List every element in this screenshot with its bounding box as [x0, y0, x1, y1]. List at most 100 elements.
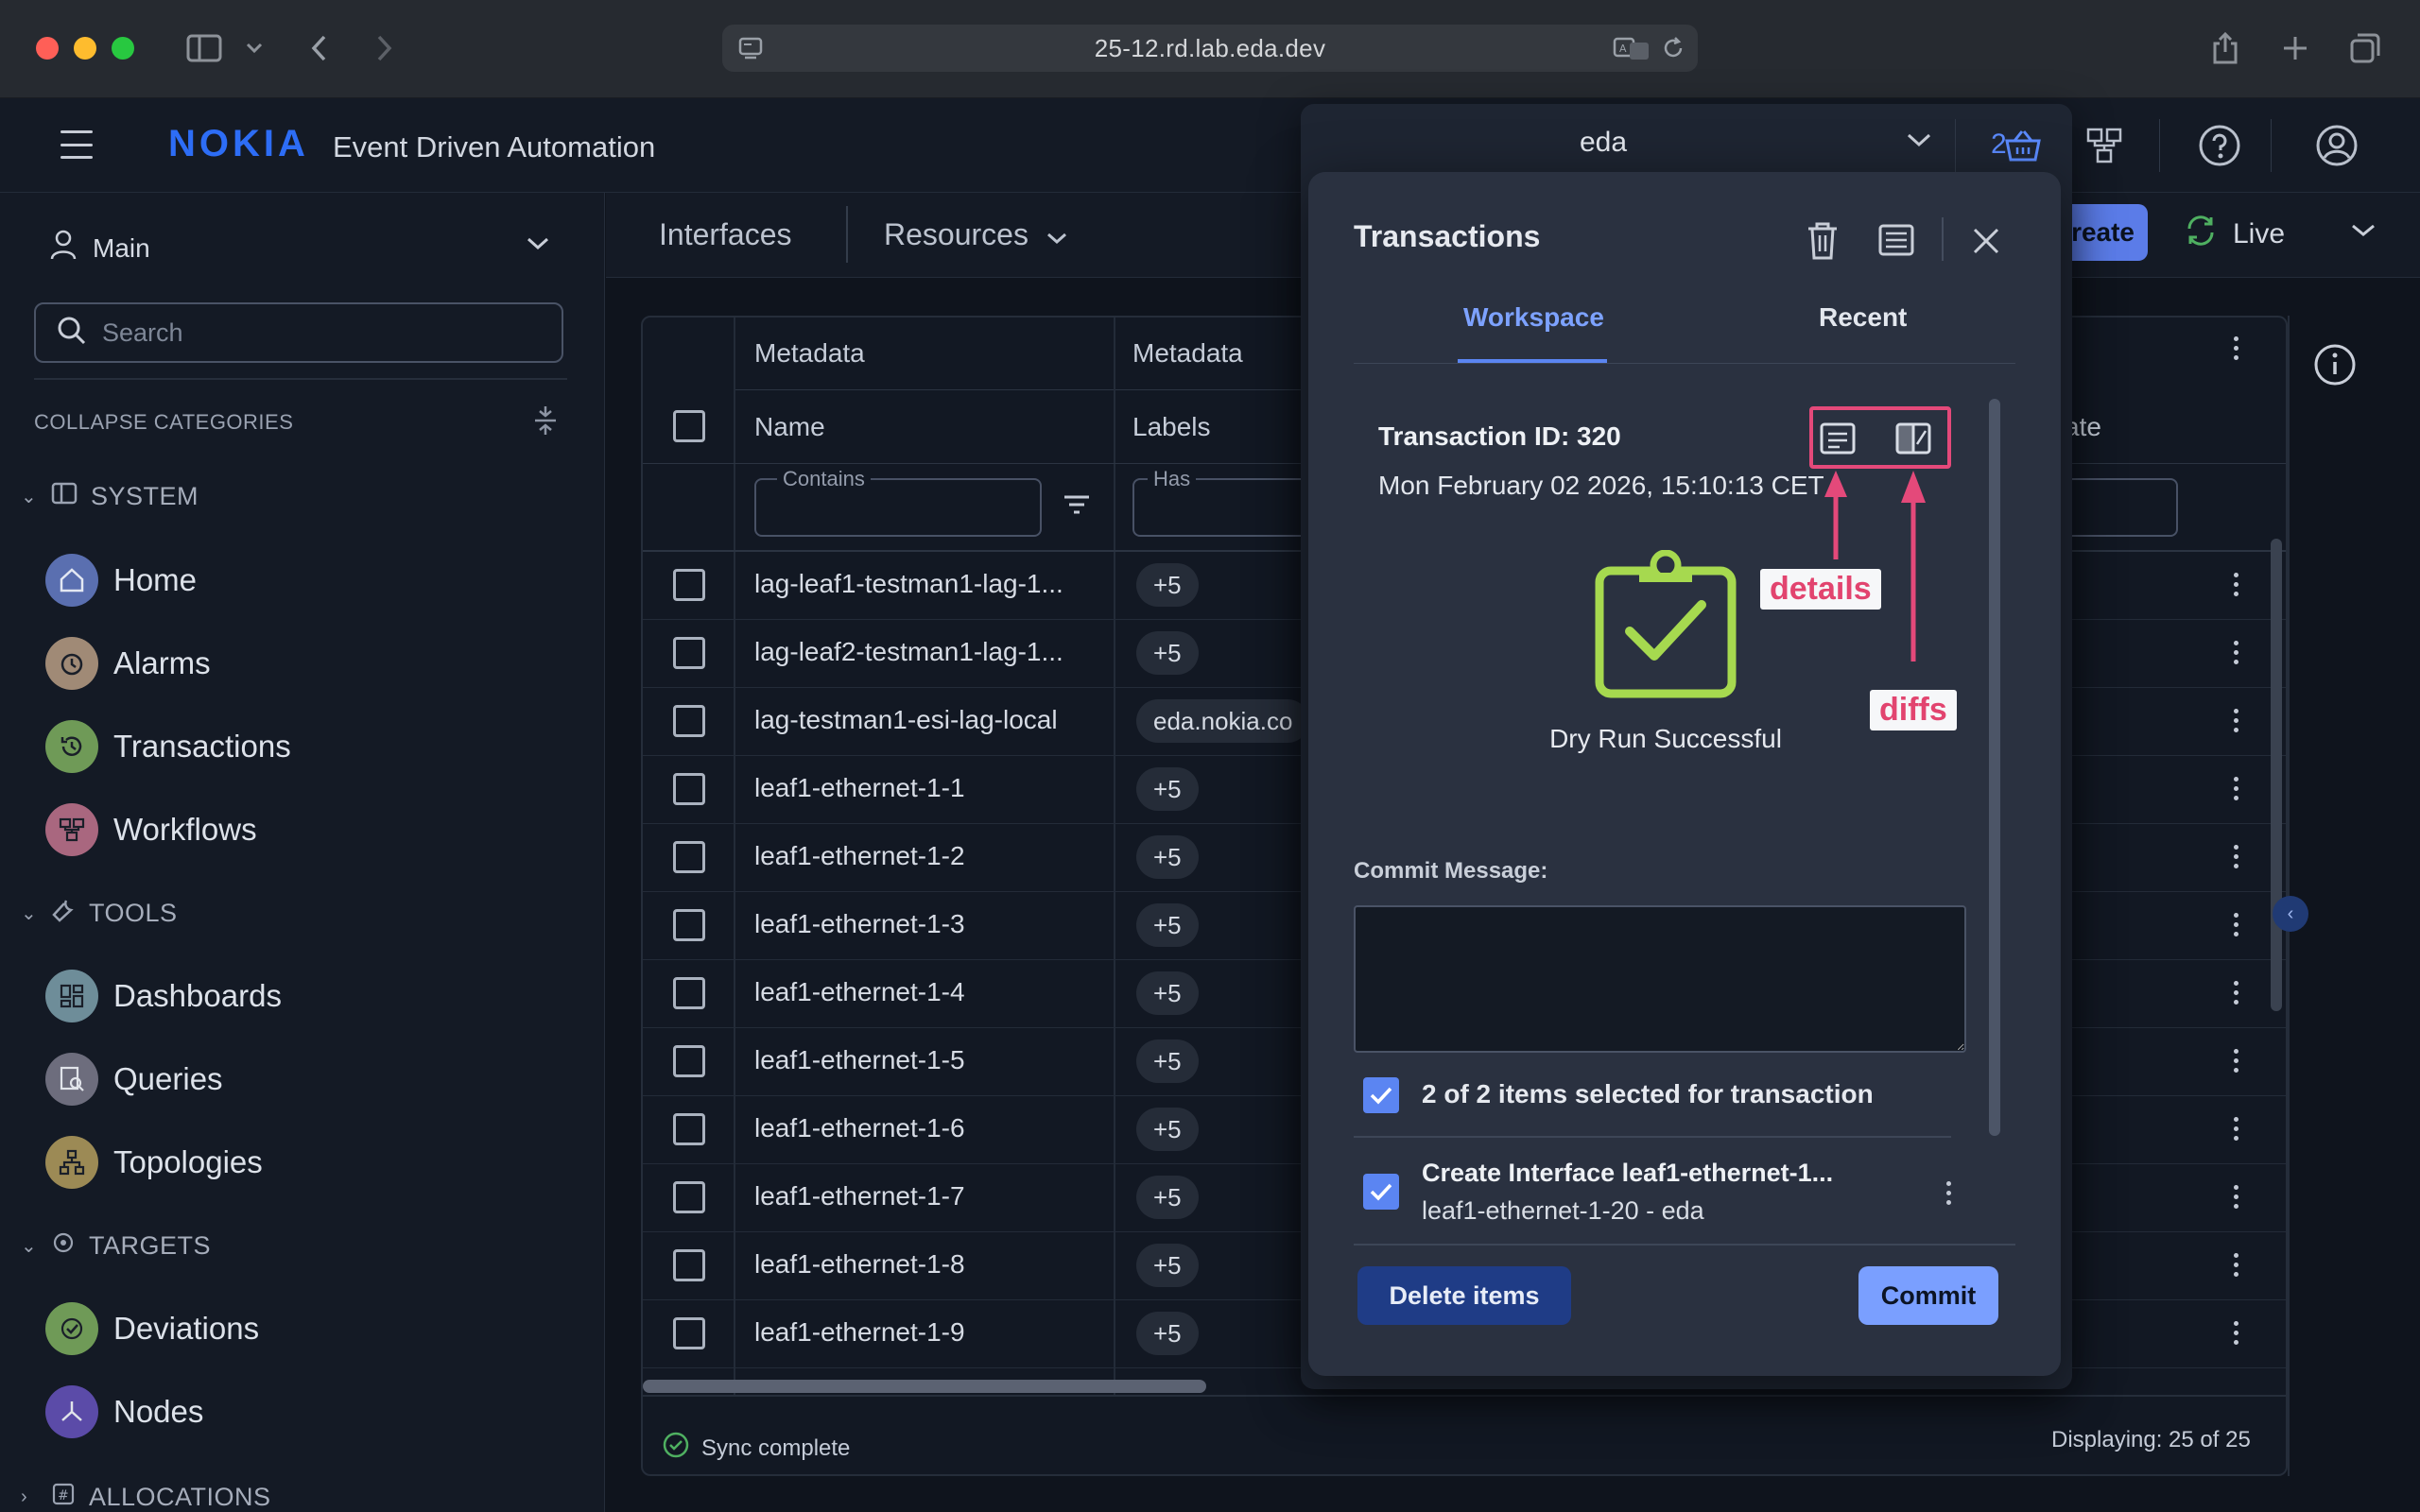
row-checkbox[interactable] [673, 1113, 705, 1145]
item-checkbox[interactable] [1363, 1174, 1399, 1210]
account-icon[interactable] [2312, 121, 2361, 170]
address-bar[interactable]: 25-12.rd.lab.eda.dev A [722, 25, 1698, 72]
chevron-down-icon[interactable] [2350, 223, 2377, 243]
row-checkbox[interactable] [673, 1045, 705, 1077]
category-targets[interactable]: ⌄ TARGETS [21, 1230, 211, 1262]
sidebar-item-workflows[interactable]: Workflows [45, 803, 257, 856]
sidebar-item-queries[interactable]: Queries [45, 1053, 223, 1106]
row-checkbox[interactable] [673, 569, 705, 601]
live-toggle[interactable]: Live [2182, 212, 2285, 257]
table-menu-icon[interactable] [2231, 336, 2240, 360]
row-label-pill[interactable]: +5 [1136, 1244, 1199, 1287]
row-checkbox[interactable] [673, 1317, 705, 1349]
commit-button[interactable]: Commit [1858, 1266, 1998, 1325]
sidebar-toggle-icon[interactable] [183, 28, 225, 68]
item-menu-icon[interactable] [1944, 1181, 1953, 1205]
info-icon[interactable] [2312, 342, 2358, 392]
tab-resources[interactable]: Resources [884, 217, 1068, 252]
url-text[interactable]: 25-12.rd.lab.eda.dev [1095, 34, 1326, 63]
basket-icon[interactable] [1998, 121, 2048, 170]
site-settings-icon[interactable] [737, 35, 764, 66]
row-label-pill[interactable]: +5 [1136, 971, 1199, 1015]
translate-icon[interactable]: A [1613, 35, 1651, 66]
dialog-scrollbar[interactable] [1989, 399, 2000, 1136]
category-system[interactable]: ⌄ SYSTEM [21, 482, 199, 511]
collapse-categories[interactable]: COLLAPSE CATEGORIES [34, 410, 293, 435]
share-icon[interactable] [2206, 28, 2244, 68]
chevron-down-icon[interactable] [242, 28, 267, 68]
row-label-pill[interactable]: eda.nokia.co [1136, 699, 1310, 743]
forward-icon[interactable] [371, 28, 399, 68]
chevron-down-icon[interactable] [526, 236, 550, 256]
sidebar-item-dashboards[interactable]: Dashboards [45, 970, 282, 1022]
zoom-window-button[interactable] [112, 37, 134, 60]
row-name[interactable]: leaf1-ethernet-1-5 [754, 1045, 965, 1075]
tab-interfaces[interactable]: Interfaces [659, 217, 792, 252]
reload-icon[interactable] [1660, 35, 1686, 66]
tab-workspace[interactable]: Workspace [1463, 302, 1604, 333]
row-menu-icon[interactable] [2231, 641, 2240, 664]
commit-message-input[interactable] [1354, 905, 1966, 1053]
tab-recent[interactable]: Recent [1819, 302, 1907, 333]
row-label-pill[interactable]: +5 [1136, 1108, 1199, 1151]
row-menu-icon[interactable] [2231, 1253, 2240, 1277]
row-label-pill[interactable]: +5 [1136, 1176, 1199, 1219]
help-icon[interactable] [2195, 121, 2244, 170]
workspace-selector[interactable]: Main [49, 229, 150, 267]
row-menu-icon[interactable] [2231, 709, 2240, 732]
sidebar-item-transactions[interactable]: Transactions [45, 720, 291, 773]
sidebar-search[interactable]: Search [34, 302, 563, 363]
topology-icon[interactable] [2080, 121, 2129, 170]
row-label-pill[interactable]: +5 [1136, 1312, 1199, 1355]
minimize-window-button[interactable] [74, 37, 96, 60]
column-header-name[interactable]: Name [754, 412, 825, 442]
row-menu-icon[interactable] [2231, 1117, 2240, 1141]
row-label-pill[interactable]: +5 [1136, 1040, 1199, 1083]
row-checkbox[interactable] [673, 773, 705, 805]
row-name[interactable]: leaf1-ethernet-1-2 [754, 841, 965, 871]
filter-icon[interactable] [1063, 493, 1091, 521]
category-tools[interactable]: ⌄ TOOLS [21, 898, 178, 929]
category-allocations[interactable]: › # ALLOCATIONS [21, 1482, 271, 1512]
state-filter-input[interactable] [2061, 478, 2178, 537]
row-checkbox[interactable] [673, 637, 705, 669]
row-checkbox[interactable] [673, 977, 705, 1009]
row-checkbox[interactable] [673, 705, 705, 737]
sidebar-item-deviations[interactable]: Deviations [45, 1302, 259, 1355]
trash-icon[interactable] [1806, 221, 1840, 266]
sidebar-item-home[interactable]: Home [45, 554, 197, 607]
row-name[interactable]: leaf1-ethernet-1-7 [754, 1181, 965, 1211]
row-name[interactable]: leaf1-ethernet-1-9 [754, 1317, 965, 1348]
row-menu-icon[interactable] [2231, 1185, 2240, 1209]
row-menu-icon[interactable] [2231, 1321, 2240, 1345]
row-menu-icon[interactable] [2231, 1049, 2240, 1073]
row-checkbox[interactable] [673, 1249, 705, 1281]
list-icon[interactable] [1877, 221, 1915, 264]
row-menu-icon[interactable] [2231, 981, 2240, 1005]
row-name[interactable]: leaf1-ethernet-1-8 [754, 1249, 965, 1280]
row-name[interactable]: leaf1-ethernet-1-4 [754, 977, 965, 1007]
row-menu-icon[interactable] [2231, 573, 2240, 596]
collapse-all-icon[interactable] [531, 404, 560, 441]
menu-icon[interactable] [60, 130, 93, 159]
row-name[interactable]: leaf1-ethernet-1-6 [754, 1113, 965, 1143]
row-label-pill[interactable]: +5 [1136, 835, 1199, 879]
sidebar-item-topologies[interactable]: Topologies [45, 1136, 263, 1189]
row-name[interactable]: lag-leaf1-testman1-lag-1... [754, 569, 1063, 599]
chevron-down-icon[interactable] [1906, 132, 1932, 154]
row-name[interactable]: leaf1-ethernet-1-1 [754, 773, 965, 803]
row-checkbox[interactable] [673, 909, 705, 941]
row-checkbox[interactable] [673, 841, 705, 873]
row-checkbox[interactable] [673, 1181, 705, 1213]
row-menu-icon[interactable] [2231, 913, 2240, 936]
select-all-checkbox[interactable] [673, 410, 705, 442]
row-name[interactable]: leaf1-ethernet-1-3 [754, 909, 965, 939]
close-window-button[interactable] [36, 37, 59, 60]
row-menu-icon[interactable] [2231, 845, 2240, 868]
row-name[interactable]: lag-leaf2-testman1-lag-1... [754, 637, 1063, 667]
column-header-labels[interactable]: Labels [1132, 412, 1211, 442]
select-all-items-checkbox[interactable] [1363, 1077, 1399, 1113]
delete-items-button[interactable]: Delete items [1357, 1266, 1571, 1325]
sidebar-item-alarms[interactable]: Alarms [45, 637, 211, 690]
back-icon[interactable] [304, 28, 333, 68]
